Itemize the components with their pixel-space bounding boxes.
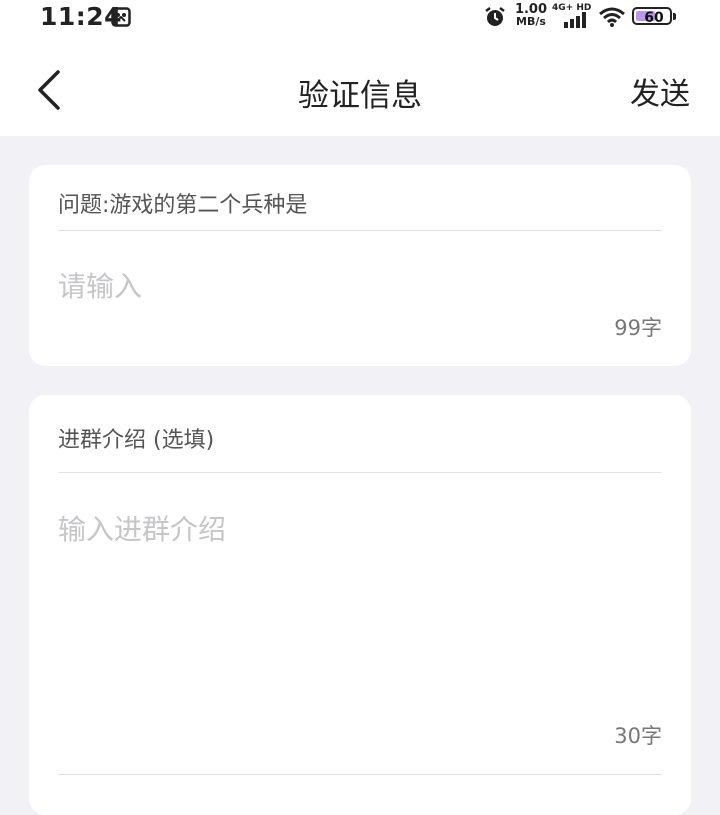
status-bar: 11:24 1.00 MB/s 4G+ HD 60 [0, 0, 720, 40]
page-title: 验证信息 [298, 78, 422, 114]
intro-card: 进群介绍 (选填) 输入进群介绍 30字 [29, 395, 691, 815]
question-label: 问题:游戏的第二个兵种是 [58, 193, 308, 218]
question-card: 问题:游戏的第二个兵种是 请输入 99字 [29, 165, 691, 366]
send-button[interactable]: 发送 [630, 69, 690, 113]
sim-card-icon [111, 7, 131, 27]
status-time: 11:24 [40, 2, 123, 31]
alarm-clock-icon [485, 7, 505, 26]
divider [58, 774, 662, 775]
battery-icon: 60 [632, 7, 672, 25]
wifi-icon [599, 7, 625, 27]
answer-input[interactable]: 请输入 [58, 265, 662, 305]
nav-bar: 验证信息 发送 [0, 40, 720, 136]
battery-indicator: 60 [632, 7, 676, 27]
intro-textarea[interactable]: 输入进群介绍 [58, 508, 662, 708]
network-speed: 1.00 MB/s [511, 3, 551, 28]
battery-level: 60 [644, 10, 664, 25]
intro-char-count: 30字 [614, 724, 662, 748]
divider [58, 230, 662, 231]
divider [58, 472, 662, 473]
network-speed-unit: MB/s [516, 15, 546, 28]
intro-label: 进群介绍 (选填) [58, 428, 215, 453]
answer-char-count: 99字 [614, 316, 662, 340]
battery-nub [673, 13, 676, 20]
cellular-signal-icon [564, 12, 586, 28]
